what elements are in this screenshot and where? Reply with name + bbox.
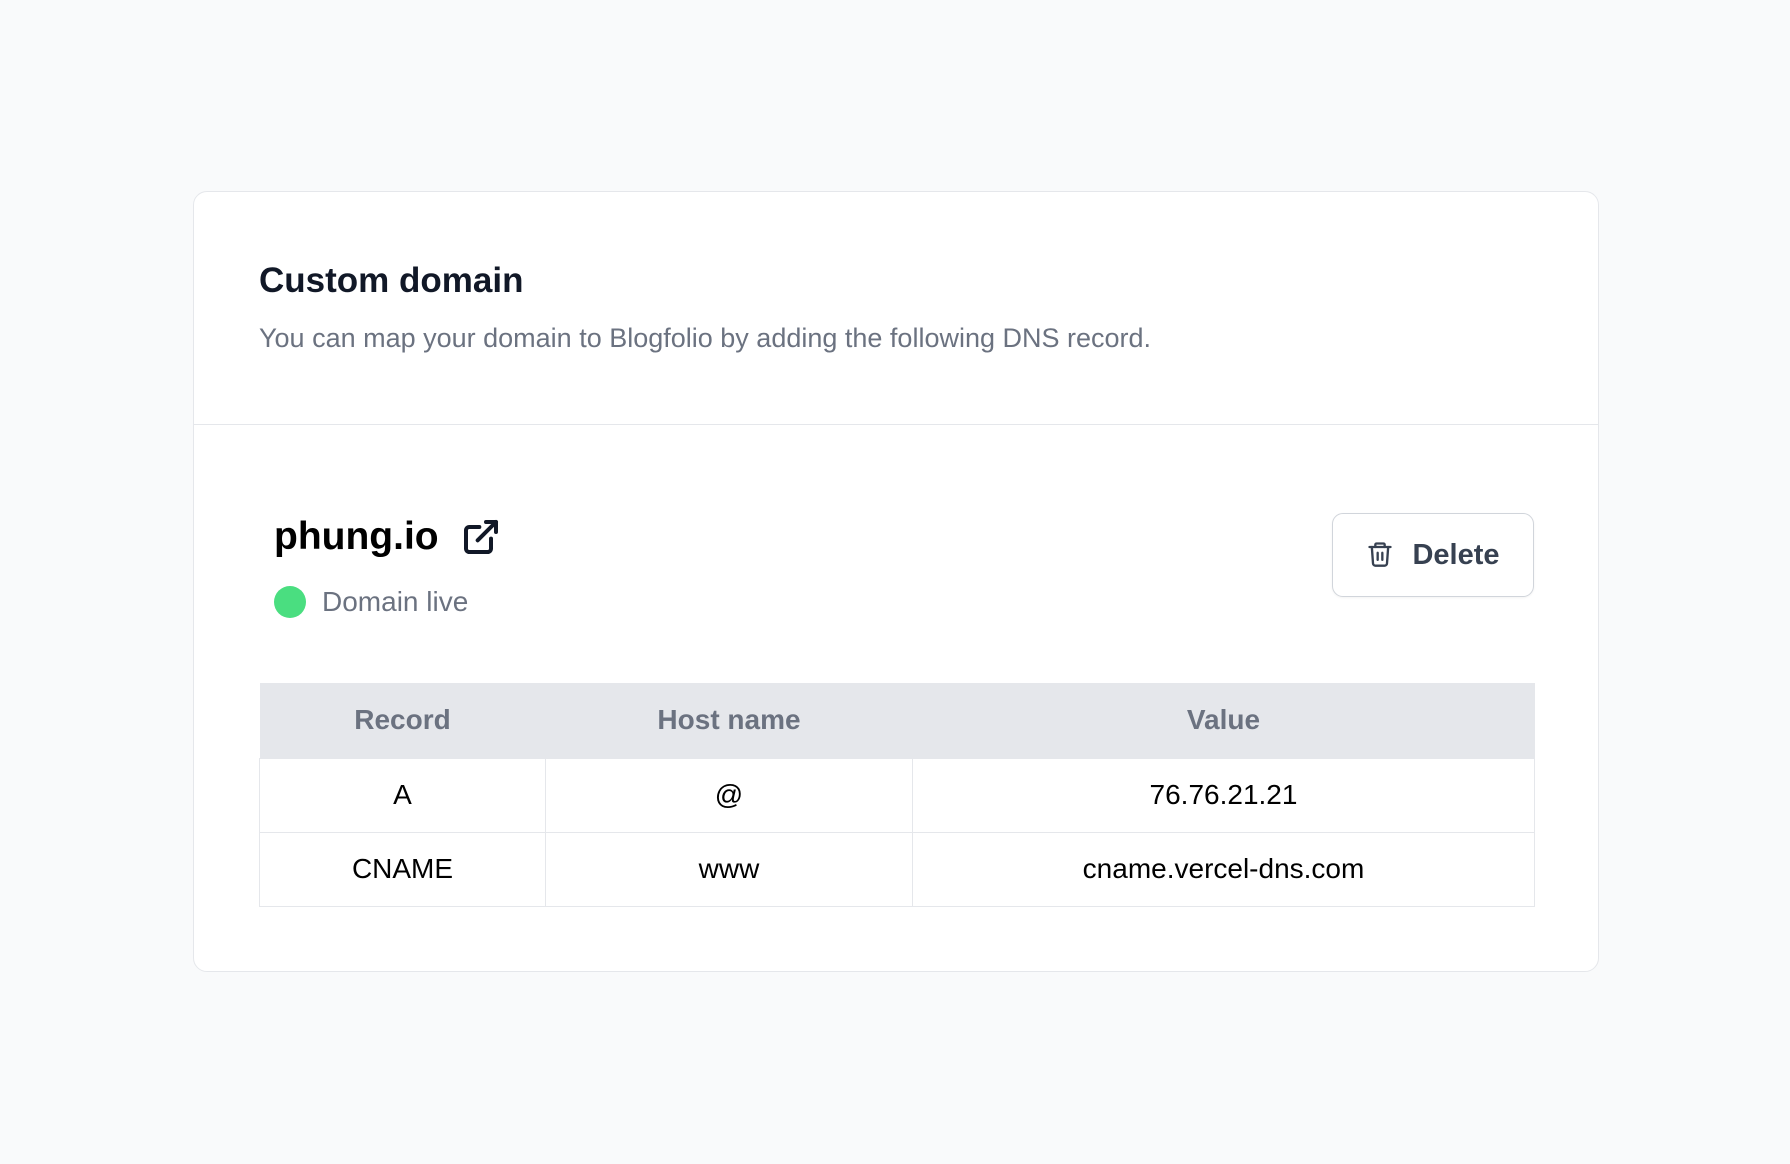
dns-records-table: Record Host name Value A @ 76.76.21.21 C… [259, 683, 1535, 907]
trash-icon [1366, 539, 1394, 572]
custom-domain-card: Custom domain You can map your domain to… [193, 191, 1599, 972]
header-record: Record [259, 683, 546, 758]
status-dot-icon [274, 586, 306, 618]
card-subtitle: You can map your domain to Blogfolio by … [259, 323, 1152, 353]
header-host-name: Host name [545, 683, 913, 758]
domain-status: Domain live [274, 584, 501, 620]
external-link-icon[interactable] [461, 517, 501, 557]
cell-record: A [259, 757, 546, 833]
card-title: Custom domain [259, 261, 524, 300]
cell-host-name: @ [545, 757, 913, 833]
card-header: Custom domain You can map your domain to… [194, 192, 1598, 425]
table-header-row: Record Host name Value [259, 683, 1535, 758]
table-row: CNAME www cname.vercel-dns.com [259, 831, 1535, 907]
cell-value: 76.76.21.21 [912, 757, 1535, 833]
domain-info: phung.io Domain live [274, 511, 501, 620]
table-row: A @ 76.76.21.21 [259, 757, 1535, 833]
domain-name: phung.io [274, 515, 439, 558]
domain-row: phung.io [274, 511, 501, 563]
delete-button[interactable]: Delete [1332, 513, 1534, 597]
status-label: Domain live [322, 586, 469, 617]
cell-host-name: www [545, 831, 913, 907]
delete-label: Delete [1412, 538, 1500, 571]
header-value: Value [912, 683, 1535, 758]
cell-value: cname.vercel-dns.com [912, 831, 1535, 907]
cell-record: CNAME [259, 831, 546, 907]
